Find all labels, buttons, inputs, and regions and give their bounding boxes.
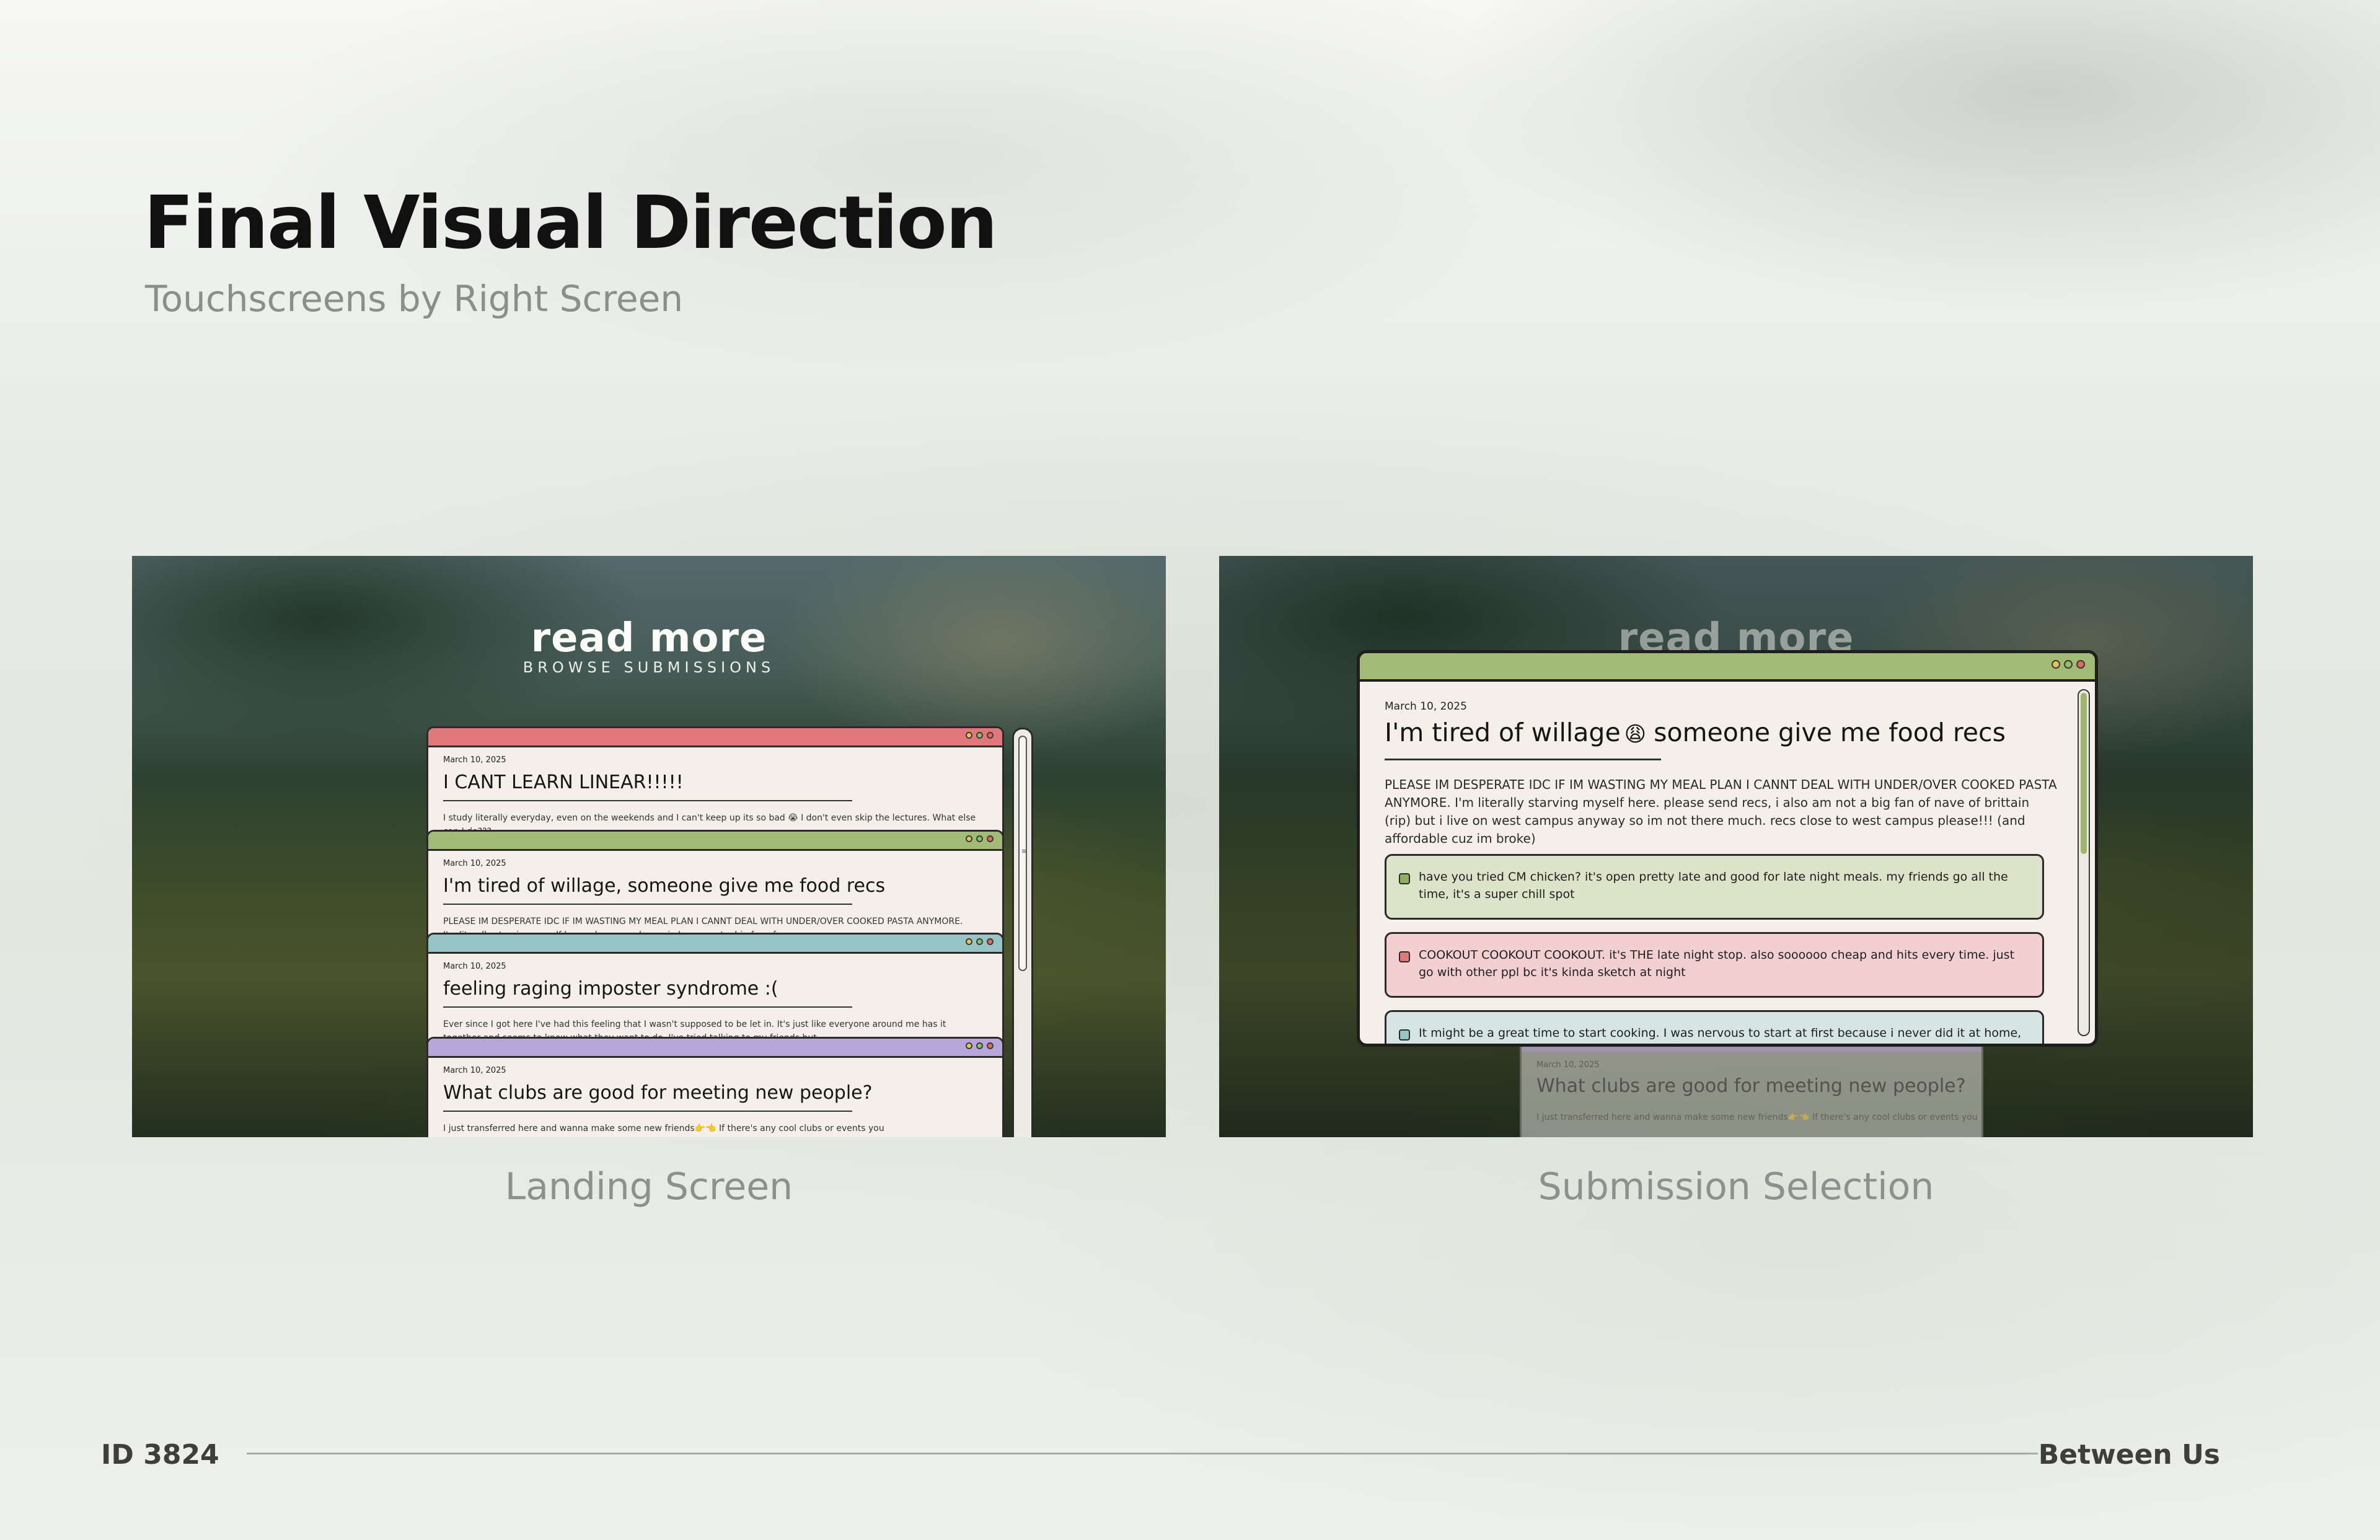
landing-caption: Landing Screen bbox=[505, 1165, 793, 1208]
modal-scrollbar[interactable] bbox=[2078, 689, 2090, 1036]
submission-screenshot: read more March 10, 2025 What clubs are … bbox=[1219, 556, 2253, 1137]
card-date: March 10, 2025 bbox=[443, 962, 506, 971]
maximize-icon[interactable] bbox=[976, 732, 983, 739]
footer-divider bbox=[247, 1453, 2038, 1454]
grip-icon: ≡ bbox=[1021, 847, 1028, 855]
footer-id: ID 3824 bbox=[101, 1439, 219, 1471]
page-title: Final Visual Direction bbox=[144, 180, 998, 265]
card-title: feeling raging imposter syndrome :( bbox=[443, 978, 778, 1000]
card-title: I CANT LEARN LINEAR!!!!! bbox=[443, 772, 684, 793]
minimize-icon[interactable] bbox=[966, 938, 972, 945]
minimize-icon[interactable] bbox=[966, 732, 972, 739]
minimize-icon[interactable] bbox=[966, 1042, 972, 1049]
maximize-icon[interactable] bbox=[976, 1042, 983, 1049]
card-body: I just transferred here and wanna make s… bbox=[1536, 1112, 1978, 1122]
background-card: March 10, 2025 What clubs are good for m… bbox=[1520, 1036, 1983, 1137]
reply-card[interactable]: have you tried CM chicken? it's open pre… bbox=[1385, 854, 2044, 920]
card-body: I just transferred here and wanna make s… bbox=[443, 1124, 884, 1133]
close-icon[interactable] bbox=[987, 835, 994, 842]
maximize-icon[interactable] bbox=[976, 835, 983, 842]
reply-checkbox-icon[interactable] bbox=[1399, 873, 1410, 884]
minimize-icon[interactable] bbox=[2052, 660, 2060, 669]
post-title-part1: I'm tired of willage bbox=[1385, 718, 1621, 747]
card-date: March 10, 2025 bbox=[443, 1066, 506, 1075]
maximize-icon[interactable] bbox=[2064, 660, 2073, 669]
scrollbar-thumb[interactable] bbox=[2081, 693, 2087, 854]
card-titlebar bbox=[428, 728, 1002, 747]
reply-text: COOKOUT COOKOUT COOKOUT. it's THE late n… bbox=[1419, 948, 2015, 979]
maximize-icon[interactable] bbox=[976, 938, 983, 945]
divider bbox=[443, 1111, 852, 1112]
close-icon[interactable] bbox=[987, 938, 994, 945]
footer-brand: Between Us bbox=[2038, 1439, 2220, 1471]
window-controls bbox=[2052, 660, 2085, 669]
card-date: March 10, 2025 bbox=[1536, 1060, 1600, 1070]
post-body: PLEASE IM DESPERATE IDC IF IM WASTING MY… bbox=[1385, 777, 2057, 846]
window-controls bbox=[966, 732, 994, 739]
close-icon[interactable] bbox=[987, 1042, 994, 1049]
window-controls bbox=[966, 938, 994, 945]
post-title-part2: someone give me food recs bbox=[1654, 718, 2006, 747]
card-title: I'm tired of willage, someone give me fo… bbox=[443, 875, 886, 897]
minimize-icon[interactable] bbox=[966, 835, 972, 842]
post-date: March 10, 2025 bbox=[1385, 700, 1467, 713]
modal-titlebar bbox=[1360, 653, 2095, 682]
card-title: What clubs are good for meeting new peop… bbox=[1536, 1075, 1966, 1097]
page-subtitle: Touchscreens by Right Screen bbox=[145, 278, 684, 320]
reply-text: It might be a great time to start cookin… bbox=[1419, 1026, 2022, 1040]
hero-subtitle: BROWSE SUBMISSIONS bbox=[522, 659, 775, 676]
card-titlebar bbox=[428, 1039, 1002, 1058]
divider bbox=[443, 800, 852, 801]
reply-card[interactable]: COOKOUT COOKOUT COOKOUT. it's THE late n… bbox=[1385, 932, 2044, 998]
scrollbar-thumb[interactable]: ≡ bbox=[1018, 736, 1027, 971]
card-titlebar bbox=[428, 832, 1002, 851]
card-titlebar bbox=[428, 935, 1002, 954]
card-date: March 10, 2025 bbox=[443, 755, 506, 765]
close-icon[interactable] bbox=[2076, 660, 2085, 669]
window-controls bbox=[966, 1042, 994, 1049]
landing-screenshot: read more BROWSE SUBMISSIONS March 10, 2… bbox=[132, 556, 1166, 1137]
post-title: I'm tired of willage 😩 someone give me foo… bbox=[1385, 718, 2006, 747]
submission-caption: Submission Selection bbox=[1538, 1165, 1934, 1208]
card-date: March 10, 2025 bbox=[443, 859, 506, 868]
reply-card[interactable]: It might be a great time to start cookin… bbox=[1385, 1010, 2044, 1044]
window-controls bbox=[966, 835, 994, 842]
divider bbox=[443, 1006, 852, 1008]
hero-title: read more bbox=[531, 615, 767, 661]
divider bbox=[443, 904, 852, 905]
divider bbox=[1385, 759, 1661, 760]
reply-checkbox-icon[interactable] bbox=[1399, 951, 1410, 962]
weary-face-icon: 😩 bbox=[1624, 722, 1647, 747]
scrollbar[interactable]: ≡ bbox=[1012, 728, 1033, 1137]
submission-modal[interactable]: March 10, 2025 I'm tired of willage 😩 some… bbox=[1357, 650, 2098, 1047]
reply-text: have you tried CM chicken? it's open pre… bbox=[1419, 870, 2008, 901]
card-title: What clubs are good for meeting new peop… bbox=[443, 1082, 873, 1104]
close-icon[interactable] bbox=[987, 732, 994, 739]
reply-checkbox-icon[interactable] bbox=[1399, 1029, 1410, 1041]
submission-card[interactable]: March 10, 2025 What clubs are good for m… bbox=[426, 1037, 1004, 1137]
